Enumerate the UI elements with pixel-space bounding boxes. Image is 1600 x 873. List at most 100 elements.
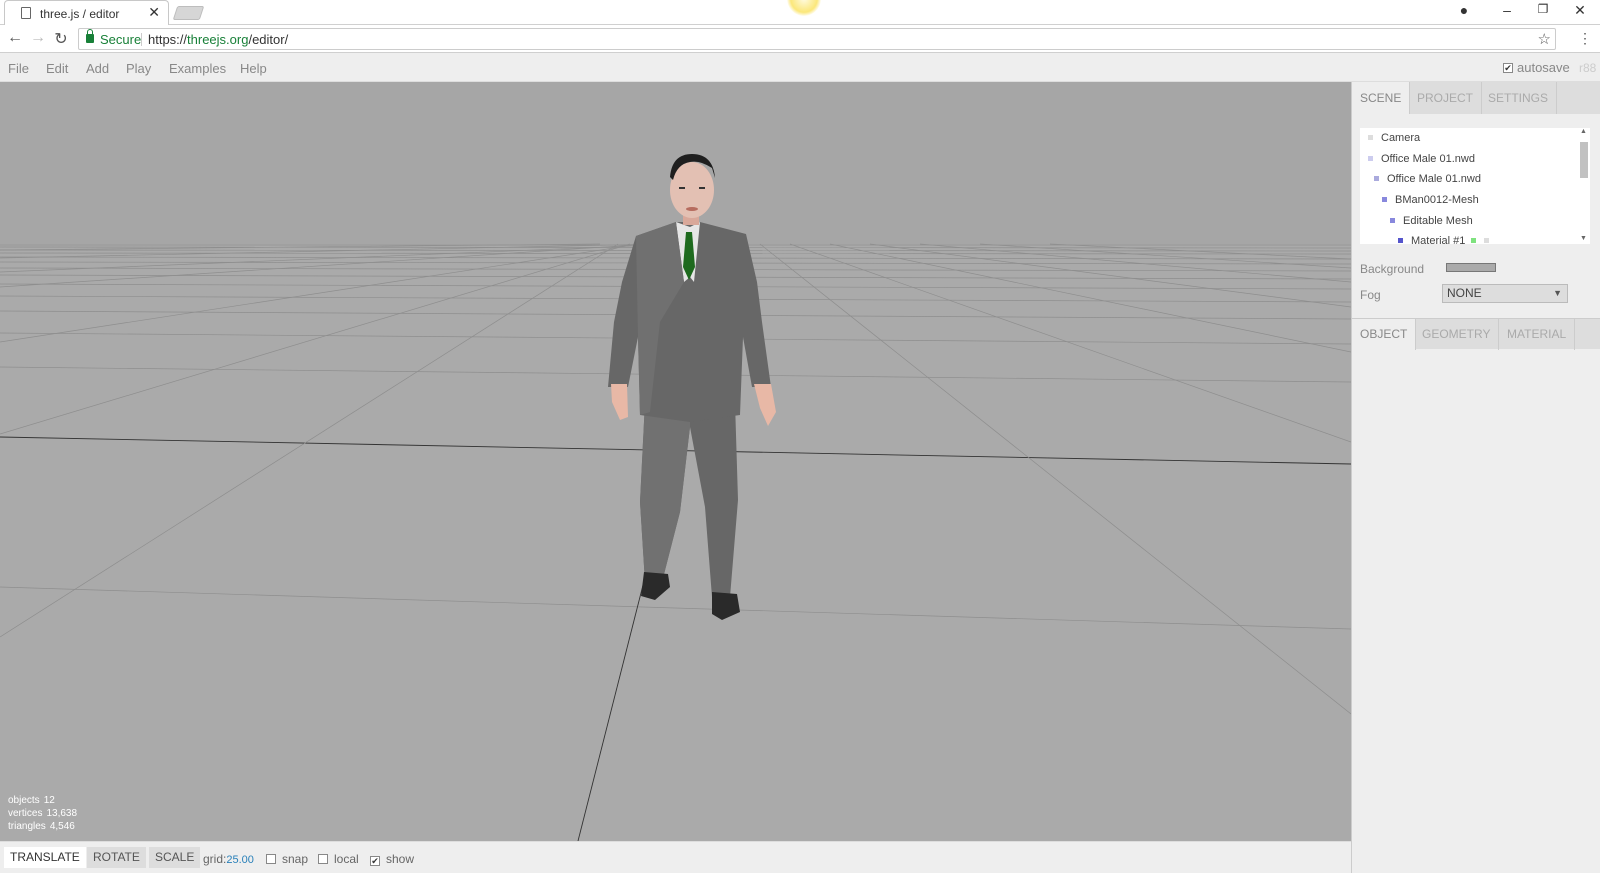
scale-button[interactable]: SCALE (149, 847, 201, 868)
triangles-count-row: triangles 4,546 (8, 820, 77, 833)
objects-count-row: objects 12 (8, 794, 77, 807)
menu-examples[interactable]: Examples (169, 61, 226, 76)
object-dot-icon (1368, 156, 1373, 161)
viewport-scene[interactable] (0, 82, 1351, 841)
browser-tab-strip: three.js / editor ✕ ● – ❐ ✕ (0, 0, 1600, 25)
show-label: show (386, 852, 415, 866)
grid-size-control: grid:25.00 (203, 852, 254, 866)
scroll-down-icon[interactable]: ▼ (1580, 235, 1587, 242)
outliner-item-editable-mesh[interactable]: Editable Mesh (1390, 211, 1473, 231)
fog-select[interactable]: NONE ▼ (1442, 284, 1568, 303)
local-checkbox[interactable] (318, 854, 328, 864)
show-checkbox[interactable]: ✔ (370, 856, 380, 866)
outliner-item-label: Office Male 01.nwd (1387, 173, 1481, 185)
bookmark-star-icon[interactable]: ☆ (1538, 30, 1551, 48)
fog-label: Fog (1360, 288, 1381, 302)
vertices-count-row: vertices 13,638 (8, 807, 77, 820)
browser-tab-title: three.js / editor (40, 7, 120, 21)
object-dot-icon (1374, 176, 1379, 181)
back-arrow-icon[interactable]: ← (5, 29, 25, 47)
outliner-item-office-male-child[interactable]: Office Male 01.nwd (1374, 169, 1481, 189)
sidebar: SCENE PROJECT SETTINGS Camera Office Mal… (1351, 82, 1600, 873)
tab-settings[interactable]: SETTINGS (1480, 82, 1558, 114)
snap-toggle[interactable]: snap (266, 852, 308, 866)
address-separator (141, 33, 142, 46)
snap-label: snap (282, 852, 309, 866)
menu-file[interactable]: File (8, 61, 29, 76)
url-path: /editor/ (248, 32, 289, 47)
background-color-swatch[interactable] (1446, 263, 1496, 272)
browser-menu-icon[interactable]: ⋮ (1578, 30, 1592, 47)
fog-value: NONE (1447, 286, 1482, 300)
close-window-icon[interactable]: ✕ (1570, 2, 1590, 19)
object-dot-icon (1398, 238, 1403, 243)
editor-menubar: File Edit Add Play Examples Help ✔ autosa… (0, 53, 1600, 82)
close-tab-icon[interactable]: ✕ (148, 4, 160, 21)
restore-icon[interactable]: ❐ (1533, 2, 1553, 16)
local-label: local (334, 852, 359, 866)
outliner-item-camera[interactable]: Camera (1368, 128, 1420, 148)
autosave-checkbox[interactable]: ✔ (1503, 63, 1513, 73)
url-text: https://threejs.org/editor/ (148, 32, 288, 47)
tab-object[interactable]: OBJECT (1352, 319, 1417, 350)
outliner-item-label: Camera (1381, 132, 1421, 144)
tab-geometry[interactable]: GEOMETRY (1414, 319, 1500, 350)
show-grid-toggle[interactable]: ✔ show (370, 852, 414, 866)
transform-toolbar: TRANSLATE ROTATE SCALE grid:25.00 snap l… (0, 841, 1351, 873)
objects-label: objects (8, 795, 40, 806)
snap-checkbox[interactable] (266, 854, 276, 864)
local-toggle[interactable]: local (318, 852, 359, 866)
browser-toolbar: ← → ↻ Secure https://threejs.org/editor/… (0, 25, 1600, 53)
outliner-item-material[interactable]: Material #1 (1398, 231, 1497, 244)
outliner-item-label: Material #1 (1411, 235, 1466, 244)
menu-play[interactable]: Play (126, 61, 151, 76)
triangles-value: 4,546 (49, 821, 75, 832)
browser-tab[interactable]: three.js / editor ✕ (4, 0, 169, 25)
objects-value: 12 (43, 795, 55, 806)
fog-row: Fog NONE ▼ (1360, 284, 1568, 303)
new-tab-button[interactable] (172, 6, 205, 20)
rotate-button[interactable]: ROTATE (87, 847, 146, 868)
background-row: Background (1360, 262, 1496, 276)
outliner-item-office-male[interactable]: Office Male 01.nwd (1368, 149, 1475, 169)
object-dot-icon (1368, 135, 1373, 140)
menu-help[interactable]: Help (240, 61, 267, 76)
outliner-item-mesh[interactable]: BMan0012-Mesh (1382, 190, 1479, 210)
reload-icon[interactable]: ↻ (51, 29, 71, 49)
minimize-icon[interactable]: – (1497, 2, 1517, 18)
material-dot-icon (1484, 238, 1490, 243)
threejs-editor-window: three.js / editor ✕ ● – ❐ ✕ ← → ↻ Secure… (0, 0, 1600, 873)
scene-outliner[interactable]: Camera Office Male 01.nwd Office Male 01… (1360, 128, 1590, 244)
sun-glow-decoration (787, 0, 821, 16)
grid-size-input[interactable]: 25.00 (226, 854, 254, 866)
scene-info-overlay: objects 12 vertices 13,638 triangles 4,546 (8, 794, 77, 833)
tab-scene[interactable]: SCENE (1352, 82, 1411, 114)
secure-label: Secure (100, 32, 142, 47)
translate-button[interactable]: TRANSLATE (4, 847, 86, 868)
vertices-label: vertices (8, 808, 43, 819)
menu-edit[interactable]: Edit (46, 61, 68, 76)
lock-icon (86, 29, 94, 43)
triangles-label: triangles (8, 821, 46, 832)
scroll-thumb[interactable] (1580, 142, 1588, 178)
scroll-up-icon[interactable]: ▲ (1580, 128, 1587, 135)
autosave-toggle[interactable]: ✔ autosave (1503, 60, 1570, 75)
tab-material[interactable]: MATERIAL (1499, 319, 1576, 350)
outliner-item-label: Office Male 01.nwd (1381, 153, 1475, 165)
outliner-scrollbar[interactable]: ▲ ▼ (1577, 128, 1590, 244)
grid-label: grid: (203, 852, 227, 866)
chevron-down-icon: ▼ (1553, 288, 1562, 298)
document-icon (21, 7, 31, 19)
tab-project[interactable]: PROJECT (1409, 82, 1483, 114)
autosave-label: autosave (1517, 60, 1570, 75)
forward-arrow-icon[interactable]: → (28, 29, 48, 47)
3d-viewport[interactable]: objects 12 vertices 13,638 triangles 4,546 (0, 82, 1351, 841)
menu-add[interactable]: Add (86, 61, 109, 76)
url-scheme: https:// (148, 32, 188, 47)
object-dot-icon (1382, 197, 1387, 202)
url-host: threejs.org (187, 32, 249, 47)
vertices-value: 13,638 (46, 808, 78, 819)
address-bar[interactable]: Secure https://threejs.org/editor/ ☆ (78, 28, 1556, 50)
properties-tabs: OBJECT GEOMETRY MATERIAL (1352, 318, 1600, 350)
profile-icon[interactable]: ● (1454, 2, 1474, 18)
